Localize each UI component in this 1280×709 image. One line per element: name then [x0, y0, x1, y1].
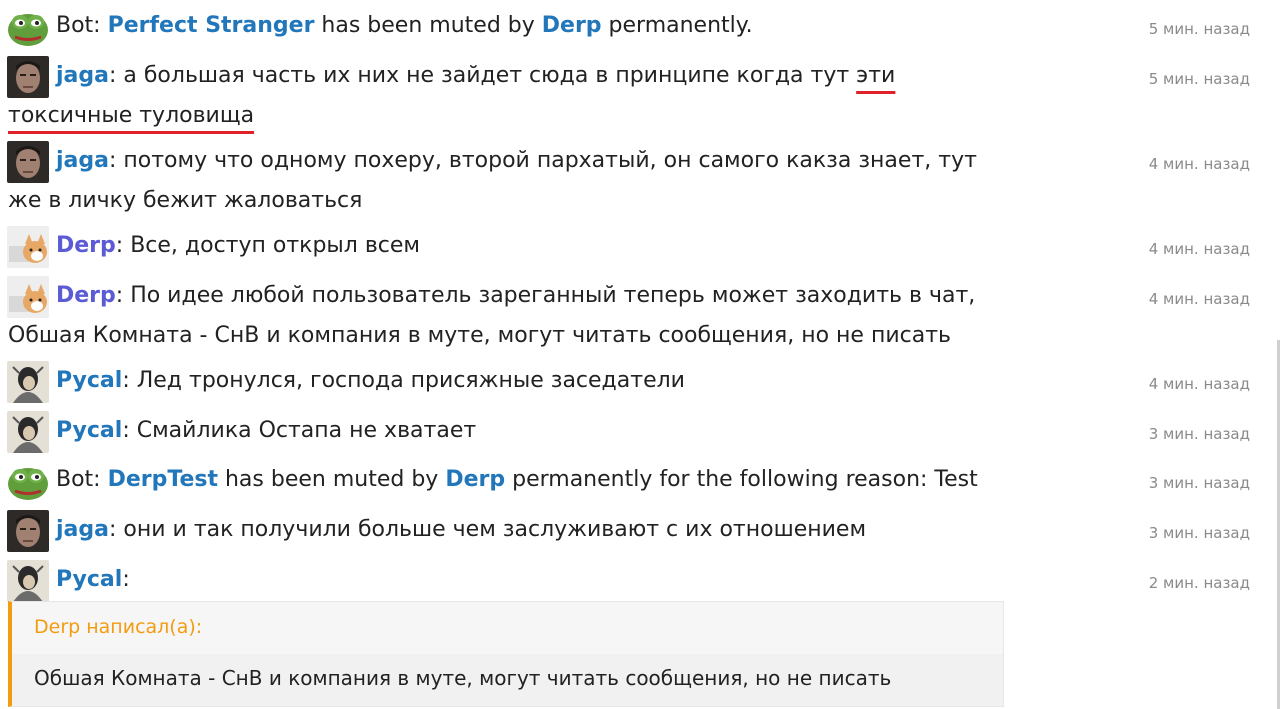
username[interactable]: Pycal [56, 418, 122, 443]
message-timestamp: 5 мин. назад [1148, 70, 1250, 88]
muted-username[interactable]: DerpTest [108, 467, 218, 492]
quote-author: Derp написал(а): [34, 616, 203, 638]
chat-message: jaga: они и так получили больше чем засл… [0, 508, 1260, 552]
message-text: jaga: а большая часть их них не зайдет с… [8, 63, 896, 128]
chat-message: Pycal: Лед тронулся, господа присяжные з… [0, 359, 1260, 403]
muted-username[interactable]: Perfect Stranger [108, 13, 315, 38]
message-text: jaga: они и так получили больше чем засл… [56, 517, 867, 542]
quote-text: Обшая Комната - СнВ и компания в муте, м… [34, 666, 892, 690]
chat-message: jaga: а большая часть их них не зайдет с… [0, 54, 1260, 134]
chat-message: Bot: Perfect Stranger has been muted by … [0, 4, 1260, 48]
username[interactable]: Pycal [56, 368, 122, 393]
chat-message: Pycal: 2 мин. назад [0, 558, 1260, 602]
chat-message: Bot: DerpTest has been muted by Derp per… [0, 458, 1260, 502]
chat-message: Pycal: Смайлика Остапа не хватает 3 мин.… [0, 409, 1260, 453]
username[interactable]: jaga [56, 63, 109, 88]
chat-log: Bot: Perfect Stranger has been muted by … [0, 0, 1280, 709]
moderator-username[interactable]: Derp [542, 13, 602, 38]
message-text: Pycal: [56, 567, 130, 592]
username[interactable]: Derp [56, 283, 116, 308]
message-text: Bot: Perfect Stranger has been muted by … [56, 13, 753, 38]
quote-body: Обшая Комната - СнВ и компания в муте, м… [12, 654, 1003, 706]
message-timestamp: 3 мин. назад [1148, 474, 1250, 492]
message-timestamp: 3 мин. назад [1148, 524, 1250, 542]
bot-prefix: Bot: [56, 467, 108, 492]
username[interactable]: Derp [56, 233, 116, 258]
message-text: Pycal: Лед тронулся, господа присяжные з… [56, 368, 685, 393]
message-timestamp: 4 мин. назад [1148, 240, 1250, 258]
username[interactable]: Pycal [56, 567, 122, 592]
bot-prefix: Bot: [56, 13, 108, 38]
message-text: jaga: потому что одному похеру, второй п… [8, 148, 977, 213]
message-text: Derp: По идее любой пользователь зареган… [8, 283, 976, 348]
message-text: Pycal: Смайлика Остапа не хватает [56, 418, 477, 443]
message-timestamp: 5 мин. назад [1148, 20, 1250, 38]
quote-block: Derp написал(а): Обшая Комната - СнВ и к… [8, 601, 1004, 707]
message-text: Bot: DerpTest has been muted by Derp per… [56, 467, 978, 492]
message-timestamp: 4 мин. назад [1148, 290, 1250, 308]
message-text: Derp: Все, доступ открыл всем [56, 233, 421, 258]
message-timestamp: 4 мин. назад [1148, 155, 1250, 173]
message-timestamp: 2 мин. назад [1148, 574, 1250, 592]
username[interactable]: jaga [56, 148, 109, 173]
message-timestamp: 4 мин. назад [1148, 375, 1250, 393]
chat-message: jaga: потому что одному похеру, второй п… [0, 139, 1260, 219]
chat-message: Derp: Все, доступ открыл всем 4 мин. наз… [0, 224, 1260, 268]
username[interactable]: jaga [56, 517, 109, 542]
moderator-username[interactable]: Derp [445, 467, 505, 492]
chat-message: Derp: По идее любой пользователь зареган… [0, 274, 1260, 354]
message-timestamp: 3 мин. назад [1148, 425, 1250, 443]
